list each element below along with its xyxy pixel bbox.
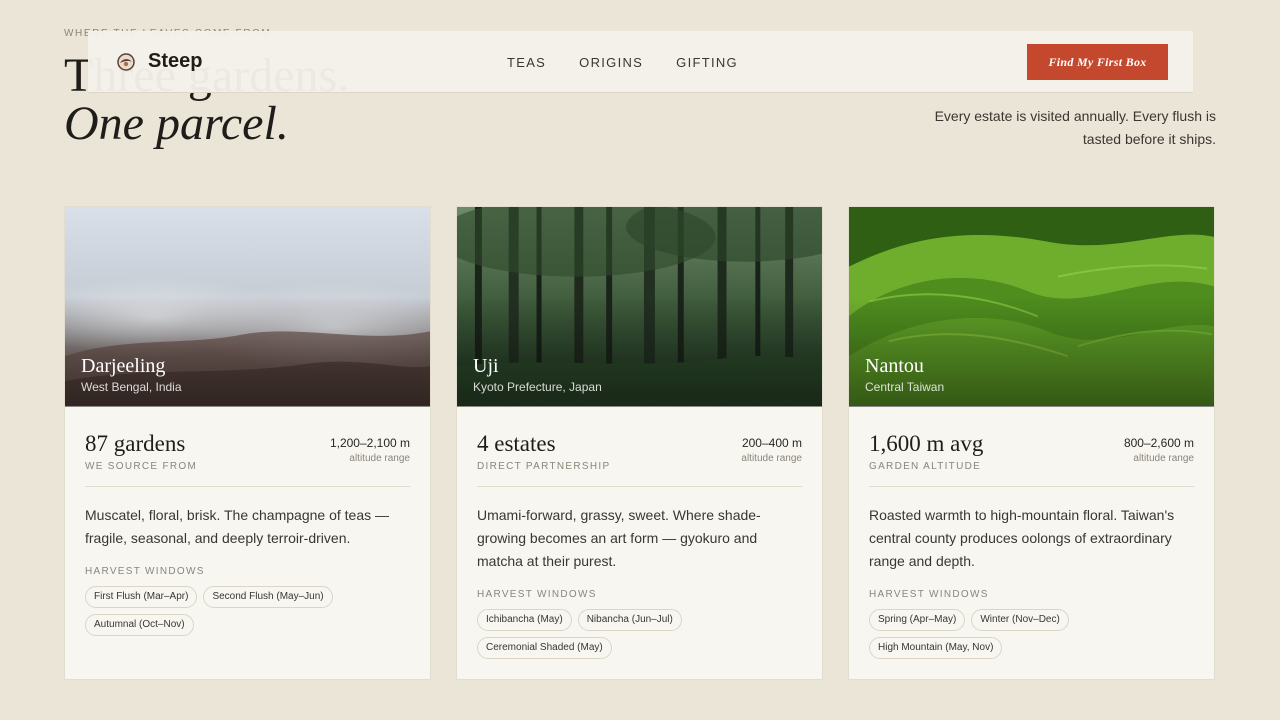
harvest-chip[interactable]: High Mountain (May, Nov) — [869, 637, 1003, 659]
harvest-chip[interactable]: Ceremonial Shaded (May) — [477, 637, 612, 659]
origin-card-uji: Uji Kyoto Prefecture, Japan 4 estates DI… — [456, 206, 823, 680]
card-image: Darjeeling West Bengal, India — [65, 207, 430, 407]
stat-label: DIRECT PARTNERSHIP — [477, 461, 611, 472]
card-stats: 1,600 m avg GARDEN ALTITUDE 800–2,600 m … — [869, 407, 1194, 487]
brand-name: Steep — [148, 50, 203, 72]
origin-card-nantou: Nantou Central Taiwan 1,600 m avg GARDEN… — [848, 206, 1215, 680]
harvest-chip[interactable]: Autumnal (Oct–Nov) — [85, 614, 194, 636]
stat-value: 1,600 m avg — [869, 431, 984, 456]
top-nav: Steep TEAS ORIGINS GIFTING Find My First… — [88, 31, 1193, 93]
stat-value: 87 gardens — [85, 431, 186, 456]
find-first-box-button[interactable]: Find My First Box — [1027, 44, 1168, 80]
origin-region: West Bengal, India — [81, 380, 182, 394]
stat-label: GARDEN ALTITUDE — [869, 461, 982, 472]
harvest-windows-heading: HARVEST WINDOWS — [85, 566, 205, 577]
harvest-windows-heading: HARVEST WINDOWS — [477, 589, 597, 600]
nav-link-gifting[interactable]: GIFTING — [676, 55, 738, 70]
origin-name: Nantou — [865, 355, 924, 377]
teacup-logo-icon — [117, 52, 135, 71]
altitude-caption: altitude range — [741, 453, 802, 464]
origin-name: Uji — [473, 355, 499, 377]
origin-region: Central Taiwan — [865, 380, 945, 394]
harvest-chip[interactable]: Nibancha (Jun–Jul) — [577, 609, 682, 631]
altitude-caption: altitude range — [349, 453, 410, 464]
harvest-chip[interactable]: Winter (Nov–Dec) — [971, 609, 1069, 631]
origin-region: Kyoto Prefecture, Japan — [473, 380, 602, 394]
harvest-windows-heading: HARVEST WINDOWS — [869, 589, 989, 600]
harvest-chip[interactable]: Ichibancha (May) — [477, 609, 572, 631]
nav-link-teas[interactable]: TEAS — [507, 55, 546, 70]
origin-description: Muscatel, floral, brisk. The champagne o… — [85, 507, 389, 546]
harvest-chip[interactable]: Second Flush (May–Jun) — [203, 586, 333, 608]
harvest-chip[interactable]: Spring (Apr–May) — [869, 609, 966, 631]
altitude-range: 1,200–2,100 m — [329, 436, 410, 450]
harvest-chips: First Flush (Mar–Apr) Second Flush (May–… — [85, 586, 410, 636]
card-stats: 4 estates DIRECT PARTNERSHIP 200–400 m a… — [477, 407, 802, 487]
origin-description: Umami-forward, grassy, sweet. Where shad… — [477, 507, 761, 569]
section-title-line2: One parcel. — [64, 97, 289, 150]
nav-link-origins[interactable]: ORIGINS — [579, 55, 643, 70]
section-subtitle: Every estate is visited annually. Every … — [934, 108, 1216, 147]
stat-value: 4 estates — [477, 431, 556, 456]
origin-card-darjeeling: Darjeeling West Bengal, India 87 gardens… — [64, 206, 431, 680]
harvest-chips: Ichibancha (May) Nibancha (Jun–Jul) Cere… — [477, 609, 802, 659]
harvest-chips: Spring (Apr–May) Winter (Nov–Dec) High M… — [869, 609, 1194, 659]
brand-logo-link[interactable]: Steep — [116, 50, 202, 73]
harvest-chip[interactable]: First Flush (Mar–Apr) — [85, 586, 198, 608]
altitude-caption: altitude range — [1133, 453, 1194, 464]
nav-links: TEAS ORIGINS GIFTING — [507, 31, 738, 93]
origin-description: Roasted warmth to high-mountain floral. … — [869, 507, 1175, 569]
origin-name: Darjeeling — [81, 355, 166, 377]
card-stats: 87 gardens WE SOURCE FROM 1,200–2,100 m … — [85, 407, 410, 487]
altitude-range: 800–2,600 m — [1123, 436, 1194, 450]
stat-label: WE SOURCE FROM — [85, 461, 198, 472]
altitude-range: 200–400 m — [741, 436, 802, 450]
card-image: Uji Kyoto Prefecture, Japan — [457, 207, 822, 407]
card-image: Nantou Central Taiwan — [849, 207, 1214, 407]
